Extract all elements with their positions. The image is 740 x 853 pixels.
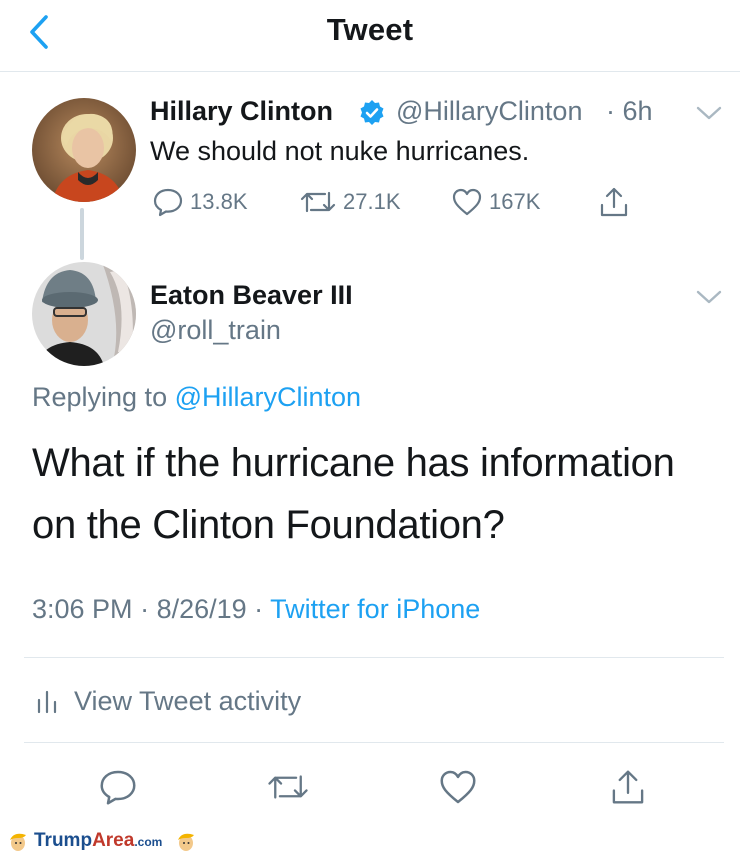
reply-count: 13.8K: [190, 189, 248, 214]
avatar-original[interactable]: [32, 98, 136, 202]
original-author-handle[interactable]: @HillaryClinton: [396, 96, 582, 127]
view-activity-label: View Tweet activity: [74, 685, 302, 716]
tweet-meta: 3:06 PM · 8/26/19 · Twitter for iPhone: [32, 594, 480, 625]
heart-icon: [452, 188, 482, 216]
like-action[interactable]: 167K: [451, 185, 540, 219]
like-button[interactable]: [436, 766, 480, 808]
share-icon: [600, 187, 628, 217]
tweet-time: 3:06 PM: [32, 594, 133, 624]
verified-badge-icon: [360, 100, 384, 125]
trump-caricature-icon: [178, 833, 195, 851]
reply-icon: [153, 188, 183, 217]
share-icon: [612, 770, 644, 804]
original-timestamp: · 6h: [606, 96, 653, 126]
top-bar: Tweet: [0, 0, 740, 72]
tweet-date: · 8/26/19 ·: [140, 594, 264, 624]
reply-author-handle[interactable]: @roll_train: [150, 315, 281, 346]
share-action[interactable]: [598, 185, 630, 219]
chevron-down-icon[interactable]: [694, 286, 724, 308]
divider: [24, 657, 724, 658]
original-tweet-text: We should not nuke hurricanes.: [150, 136, 530, 166]
share-button[interactable]: [606, 766, 650, 808]
replying-to: Replying to @HillaryClinton: [32, 382, 361, 413]
thread-line: [80, 208, 84, 260]
watermark-text: TrumpArea.com: [34, 830, 162, 852]
original-author-name[interactable]: Hillary Clinton: [150, 96, 333, 127]
tweet-source[interactable]: Twitter for iPhone: [270, 594, 480, 624]
retweet-count: 27.1K: [343, 189, 401, 214]
reply-tweet-text: What if the hurricane has information on…: [32, 441, 675, 547]
like-count: 167K: [489, 189, 541, 214]
retweet-icon: [300, 191, 336, 213]
avatar-reply[interactable]: [32, 262, 136, 366]
analytics-icon: [37, 690, 57, 714]
watermark-brand-main: Trump: [34, 830, 93, 851]
retweet-action[interactable]: 27.1K: [299, 185, 401, 219]
trump-caricature-icon: [10, 833, 26, 851]
divider: [24, 742, 724, 743]
retweet-button[interactable]: [266, 766, 310, 808]
reply-author-name[interactable]: Eaton Beaver III: [150, 280, 353, 311]
retweet-icon: [268, 775, 308, 799]
page-title: Tweet: [326, 12, 414, 47]
replying-to-mention[interactable]: @HillaryClinton: [175, 382, 361, 412]
watermark-brand-suffix: .com: [134, 835, 163, 849]
reply-action[interactable]: 13.8K: [152, 185, 248, 219]
chevron-down-icon[interactable]: [694, 102, 724, 124]
view-activity-button[interactable]: View Tweet activity: [36, 683, 301, 719]
reply-icon: [100, 770, 136, 805]
reply-button[interactable]: [96, 766, 140, 808]
watermark-brand-accent: Area: [92, 830, 135, 851]
heart-icon: [440, 770, 476, 804]
replying-to-label: Replying to: [32, 382, 168, 412]
watermark: TrumpArea.com: [6, 828, 198, 853]
